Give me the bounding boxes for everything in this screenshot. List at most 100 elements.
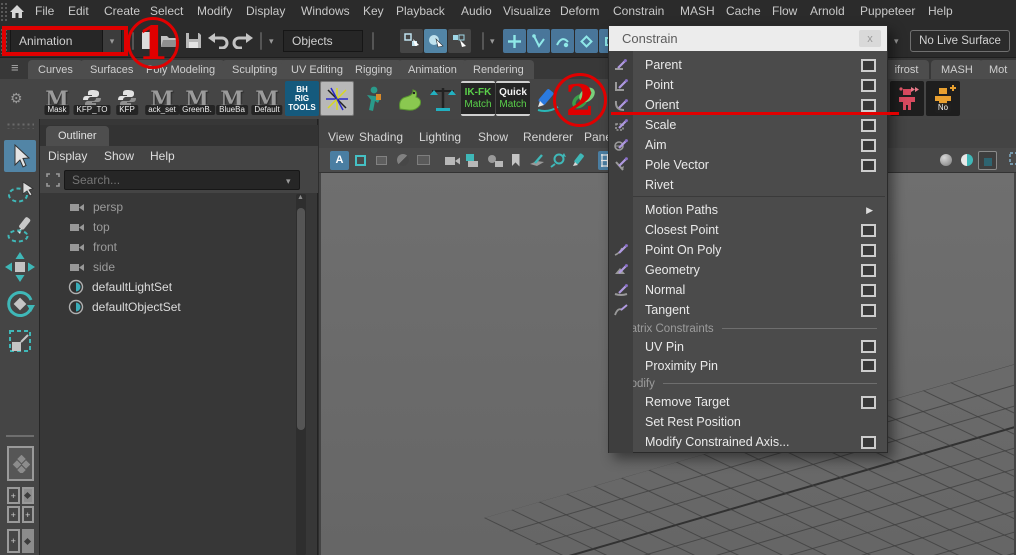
shelf-tab-uv-editing[interactable]: UV Editing <box>281 60 353 79</box>
shaded-sphere-icon[interactable] <box>936 151 955 170</box>
outliner-item-front[interactable]: front <box>70 237 320 257</box>
option-box[interactable] <box>861 244 876 257</box>
option-box[interactable] <box>861 224 876 237</box>
outliner-menu-help[interactable]: Help <box>150 149 175 163</box>
select-object-button[interactable] <box>424 29 447 53</box>
outliner-item-defaultlightset[interactable]: defaultLightSet <box>68 277 318 297</box>
menu-item-remove-target[interactable]: Remove Target <box>609 392 887 412</box>
shelf-button-red-robot[interactable] <box>890 81 924 116</box>
shelf-tab-mash[interactable]: MASH <box>931 60 983 79</box>
vp-menu-renderer[interactable]: Renderer <box>523 130 573 144</box>
vp-menu-view[interactable]: View <box>328 130 354 144</box>
shelf-tab-motiongraphics[interactable]: Mot <box>979 60 1016 79</box>
menu-flow[interactable]: Flow <box>772 4 797 18</box>
menu-constrain[interactable]: Constrain <box>613 4 664 18</box>
shelf-gear-icon[interactable]: ⚙ <box>10 90 23 107</box>
undo-icon[interactable] <box>208 33 229 49</box>
menu-item-rivet[interactable]: Rivet <box>609 175 887 195</box>
chevron-down-icon[interactable]: ▾ <box>490 36 495 47</box>
frame-all-icon[interactable] <box>372 151 391 170</box>
close-icon[interactable]: x <box>859 30 881 47</box>
scrollbar-thumb[interactable] <box>297 208 305 430</box>
move-tool[interactable] <box>4 251 36 283</box>
rotate-tool[interactable] <box>4 288 36 320</box>
snap-to-projected-center-button[interactable] <box>575 29 598 53</box>
menu-item-scale[interactable]: Scale <box>609 115 887 135</box>
menu-mash[interactable]: MASH <box>680 4 715 18</box>
pencil-surface-icon[interactable] <box>527 151 546 170</box>
menu-display[interactable]: Display <box>246 4 285 18</box>
shelf-tab-animation[interactable]: Animation <box>398 60 467 79</box>
chevron-down-icon[interactable]: ▾ <box>269 36 274 47</box>
paint-select-tool[interactable] <box>4 214 36 246</box>
lock-camera-icon[interactable] <box>464 151 483 170</box>
shelf-button-character[interactable] <box>356 81 390 116</box>
menu-item-set-rest-position[interactable]: Set Rest Position <box>609 412 887 432</box>
menu-help[interactable]: Help <box>928 4 953 18</box>
menu-item-proximity-pin[interactable]: Proximity Pin <box>609 356 887 375</box>
snap-to-point-button[interactable] <box>551 29 574 53</box>
shelf-button-blueba[interactable]: MBlueBa <box>215 81 249 116</box>
shelf-tab-bifrost[interactable]: ifrost <box>884 60 929 79</box>
frame-selected-icon[interactable] <box>351 151 370 170</box>
isolate-select-icon[interactable] <box>978 151 997 170</box>
outliner-menu-show[interactable]: Show <box>104 149 134 163</box>
shelf-button-default[interactable]: MDefault <box>250 81 284 116</box>
live-surface-field[interactable]: No Live Surface <box>910 30 1010 52</box>
shelf-tab-rigging[interactable]: Rigging <box>345 60 402 79</box>
shelf-tab-surfaces[interactable]: Surfaces <box>80 60 143 79</box>
camera-attributes-icon[interactable] <box>485 151 504 170</box>
shelf-button-kfp[interactable]: KFP <box>110 81 144 116</box>
option-box[interactable] <box>861 139 876 152</box>
shelf-button-scales[interactable] <box>426 81 460 116</box>
chevron-down-icon[interactable]: ▾ <box>894 36 899 47</box>
chevron-down-icon[interactable]: ▾ <box>286 176 291 187</box>
select-component-button[interactable] <box>448 29 471 53</box>
menu-item-parent[interactable]: Parent <box>609 55 887 75</box>
menu-item-geometry[interactable]: Geometry <box>609 260 887 280</box>
option-box[interactable] <box>861 79 876 92</box>
menu-item-modify-constrained-axis[interactable]: Modify Constrained Axis... <box>609 432 887 452</box>
option-box[interactable] <box>861 59 876 72</box>
menu-modify[interactable]: Modify <box>197 4 232 18</box>
option-box[interactable] <box>861 396 876 409</box>
option-box[interactable] <box>861 284 876 297</box>
menu-windows[interactable]: Windows <box>301 4 350 18</box>
snap-to-grid-button[interactable] <box>503 29 526 53</box>
shelf-tab-curves[interactable]: Curves <box>28 60 83 79</box>
menu-audio[interactable]: Audio <box>461 4 492 18</box>
menu-item-uv-pin[interactable]: UV Pin <box>609 337 887 356</box>
menu-item-point[interactable]: Point <box>609 75 887 95</box>
menu-cache[interactable]: Cache <box>726 4 761 18</box>
layout-four-pane-button[interactable]: + + + <box>7 487 34 523</box>
option-box[interactable] <box>861 436 876 449</box>
menu-create[interactable]: Create <box>104 4 140 18</box>
menu-puppeteer[interactable]: Puppeteer <box>860 4 915 18</box>
menu-playback[interactable]: Playback <box>396 4 445 18</box>
menu-item-normal[interactable]: Normal <box>609 280 887 300</box>
bookmark-icon[interactable] <box>506 151 525 170</box>
shelf-button-mask[interactable]: MMask <box>40 81 74 116</box>
layout-single-pane-button[interactable] <box>7 446 34 481</box>
toolbox-drag-handle[interactable] <box>6 122 34 129</box>
shelf-tab-rendering[interactable]: Rendering <box>463 60 534 79</box>
select-camera-badge[interactable]: A <box>330 151 349 170</box>
scale-tool[interactable] <box>4 325 36 357</box>
option-box[interactable] <box>861 340 876 353</box>
redo-icon[interactable] <box>232 33 253 49</box>
select-tool[interactable] <box>4 140 36 172</box>
shelf-button-orange-robot-no[interactable]: No <box>926 81 960 116</box>
shelf-button-quick-match[interactable]: Quick Match <box>496 81 530 116</box>
save-scene-icon[interactable] <box>185 32 202 49</box>
menu-arnold[interactable]: Arnold <box>810 4 845 18</box>
outliner-item-side[interactable]: side <box>70 257 320 277</box>
shelf-button-ikfk-match[interactable]: IK-FK Match <box>461 81 495 116</box>
option-box[interactable] <box>861 99 876 112</box>
home-icon[interactable] <box>9 4 25 20</box>
menu-item-point-on-poly[interactable]: Point On Poly <box>609 240 887 260</box>
shelf-button-bh-rig-tools[interactable]: BH RIG TOOLS <box>285 81 319 116</box>
shelf-button-starburst[interactable] <box>320 81 354 116</box>
snap-to-curve-button[interactable] <box>527 29 550 53</box>
image-plane-icon[interactable] <box>414 151 433 170</box>
outliner-item-top[interactable]: top <box>70 217 320 237</box>
